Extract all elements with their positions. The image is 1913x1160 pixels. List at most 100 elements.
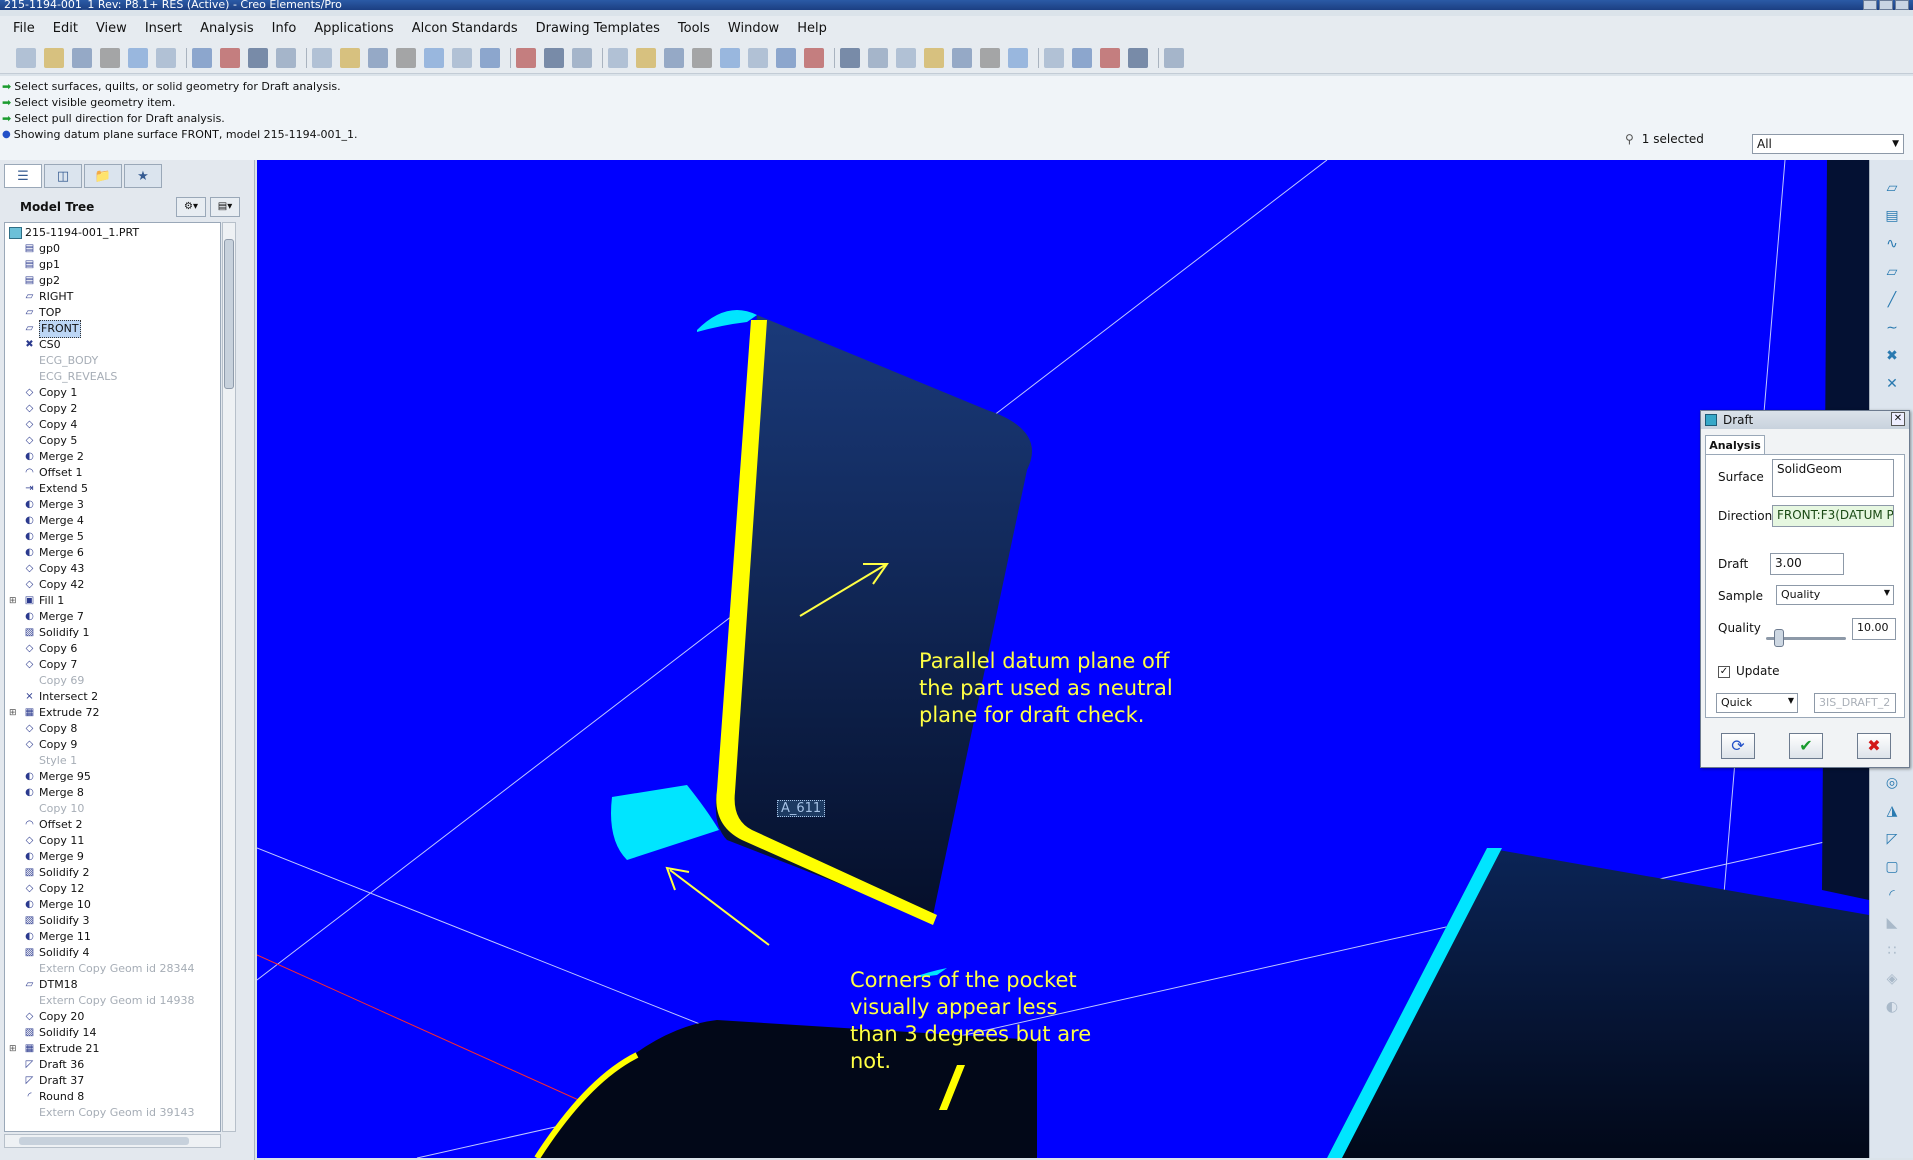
tree-item[interactable]: ◇ Copy 8 xyxy=(23,721,78,737)
repaint-button[interactable]: ⟳ xyxy=(1721,733,1755,759)
cancel-button[interactable]: ✖ xyxy=(1857,733,1891,759)
maximize-button[interactable] xyxy=(1879,0,1893,10)
hidden-line-icon[interactable] xyxy=(1072,48,1092,68)
scroll-thumb-horizontal[interactable] xyxy=(19,1137,189,1145)
tree-item[interactable]: ▱ FRONT xyxy=(23,320,81,338)
scroll-thumb[interactable] xyxy=(224,239,234,389)
tree-item[interactable]: ▧ Solidify 4 xyxy=(23,945,90,961)
undo-icon[interactable] xyxy=(248,48,268,68)
tree-settings-button[interactable]: ⚙▾ xyxy=(176,197,206,217)
no-hidden-icon[interactable] xyxy=(1100,48,1120,68)
copy-icon[interactable] xyxy=(340,48,360,68)
paste-icon[interactable] xyxy=(368,48,388,68)
tree-item[interactable]: ◇ Copy 11 xyxy=(23,833,85,849)
tree-item[interactable]: ▱ DTM18 xyxy=(23,977,78,993)
email-icon[interactable] xyxy=(128,48,148,68)
tree-item[interactable]: ▱ RIGHT xyxy=(23,289,74,305)
tree-vertical-scrollbar[interactable] xyxy=(222,222,236,1132)
tree-item[interactable]: ◇ Copy 43 xyxy=(23,561,85,577)
sample-dropdown[interactable]: Quality ▼ xyxy=(1776,585,1894,605)
ok-button[interactable]: ✔ xyxy=(1789,733,1823,759)
shell-icon[interactable]: ▢ xyxy=(1882,859,1902,877)
menu-alcon-standards[interactable]: Alcon Standards xyxy=(403,16,527,42)
tree-item[interactable]: ECG_REVEALS xyxy=(23,369,117,385)
update-checkbox[interactable]: ✓ xyxy=(1718,666,1730,678)
menu-tools[interactable]: Tools xyxy=(669,16,719,42)
tree-item[interactable]: ◐ Merge 2 xyxy=(23,449,84,465)
dimension-tag[interactable]: A_611 xyxy=(777,800,826,817)
tree-item[interactable]: ◠ Offset 2 xyxy=(23,817,82,833)
chamfer-icon[interactable]: ◣ xyxy=(1882,915,1902,933)
annotations-icon[interactable] xyxy=(980,48,1000,68)
draft-angle-input[interactable]: 3.00 xyxy=(1770,553,1844,575)
tree-item[interactable]: ◇ Copy 2 xyxy=(23,401,78,417)
expand-icon[interactable]: ⊞ xyxy=(9,593,17,609)
merge-icon[interactable]: ◐ xyxy=(1882,999,1902,1017)
zoom-in-icon[interactable] xyxy=(636,48,656,68)
tree-item[interactable]: ▤ gp0 xyxy=(23,241,60,257)
tree-item[interactable]: ◇ Copy 9 xyxy=(23,737,78,753)
print-icon[interactable] xyxy=(100,48,120,68)
regenerate-icon[interactable] xyxy=(192,48,212,68)
tree-item[interactable]: ◐ Merge 95 xyxy=(23,769,91,785)
graphics-window[interactable]: A_611 Parallel datum plane off the part … xyxy=(257,160,1869,1158)
select-icon[interactable] xyxy=(424,48,444,68)
menu-view[interactable]: View xyxy=(87,16,136,42)
saved-views-icon[interactable] xyxy=(748,48,768,68)
tree-item[interactable]: Extern Copy Geom id 28344 xyxy=(23,961,195,977)
surface-collector[interactable]: SolidGeom xyxy=(1772,459,1894,497)
appearance-icon[interactable] xyxy=(804,48,824,68)
quality-input[interactable]: 10.00 xyxy=(1852,618,1896,640)
tree-item[interactable]: ◐ Merge 9 xyxy=(23,849,84,865)
tab-folder-browser[interactable]: 📁 xyxy=(84,164,122,188)
rib-icon[interactable]: ◮ xyxy=(1882,803,1902,821)
open-file-icon[interactable] xyxy=(44,48,64,68)
tab-model-tree[interactable]: ☰ xyxy=(4,164,42,188)
redo-icon[interactable] xyxy=(276,48,296,68)
tree-item[interactable]: ECG_BODY xyxy=(23,353,98,369)
tree-item[interactable]: ⇥ Extend 5 xyxy=(23,481,88,497)
csys-icon[interactable]: ✕ xyxy=(1882,376,1902,394)
tree-item[interactable]: ◐ Merge 6 xyxy=(23,545,84,561)
tree-item[interactable]: ◐ Merge 3 xyxy=(23,497,84,513)
tree-item[interactable]: ▧ Solidify 1 xyxy=(23,625,90,641)
save-icon[interactable] xyxy=(72,48,92,68)
refit-icon[interactable] xyxy=(692,48,712,68)
tree-item[interactable]: ◐ Merge 5 xyxy=(23,529,84,545)
tree-item[interactable]: Copy 10 xyxy=(23,801,84,817)
new-file-icon[interactable] xyxy=(16,48,36,68)
tree-item[interactable]: Style 1 xyxy=(23,753,77,769)
menu-info[interactable]: Info xyxy=(263,16,306,42)
analysis-mode-dropdown[interactable]: Quick ▼ xyxy=(1716,693,1798,713)
datum-plane-icon[interactable]: ▱ xyxy=(1882,264,1902,282)
tree-item[interactable]: ◐ Merge 11 xyxy=(23,929,91,945)
tree-item[interactable]: ◜ Round 8 xyxy=(23,1089,85,1105)
tree-item[interactable]: ◇ Copy 20 xyxy=(23,1009,85,1025)
tree-item[interactable]: ⊞ ▦ Extrude 21 xyxy=(9,1041,100,1057)
close-window-button[interactable] xyxy=(1895,0,1909,10)
tree-item[interactable]: ▤ gp1 xyxy=(23,257,60,273)
axis-icon[interactable]: ╱ xyxy=(1882,292,1902,310)
datum-points-icon[interactable] xyxy=(924,48,944,68)
menu-drawing-templates[interactable]: Drawing Templates xyxy=(527,16,669,42)
csys-icon[interactable] xyxy=(952,48,972,68)
draft-icon[interactable]: ◸ xyxy=(1882,831,1902,849)
tree-item[interactable]: ▧ Solidify 2 xyxy=(23,865,90,881)
tab-favorites[interactable]: ★ xyxy=(124,164,162,188)
tree-item[interactable]: ◠ Offset 1 xyxy=(23,465,82,481)
tree-item[interactable]: ⨯ Intersect 2 xyxy=(23,689,98,705)
minimize-button[interactable] xyxy=(1863,0,1877,10)
tree-columns-button[interactable]: ▤▾ xyxy=(210,197,240,217)
datum-axes-icon[interactable] xyxy=(896,48,916,68)
analysis-name-input[interactable]: 3IS_DRAFT_2 xyxy=(1814,693,1896,713)
selection-filter-dropdown[interactable]: All ▼ xyxy=(1752,134,1904,154)
menu-window[interactable]: Window xyxy=(719,16,788,42)
find-icon[interactable] xyxy=(452,48,472,68)
menu-analysis[interactable]: Analysis xyxy=(191,16,263,42)
tab-layers[interactable]: ◫ xyxy=(44,164,82,188)
help-icon[interactable] xyxy=(1008,48,1028,68)
sketch-icon[interactable]: ∿ xyxy=(1882,236,1902,254)
shaded-icon[interactable] xyxy=(1128,48,1148,68)
mirror-icon[interactable]: ◈ xyxy=(1882,971,1902,989)
close-icon[interactable]: ✕ xyxy=(1891,412,1905,426)
